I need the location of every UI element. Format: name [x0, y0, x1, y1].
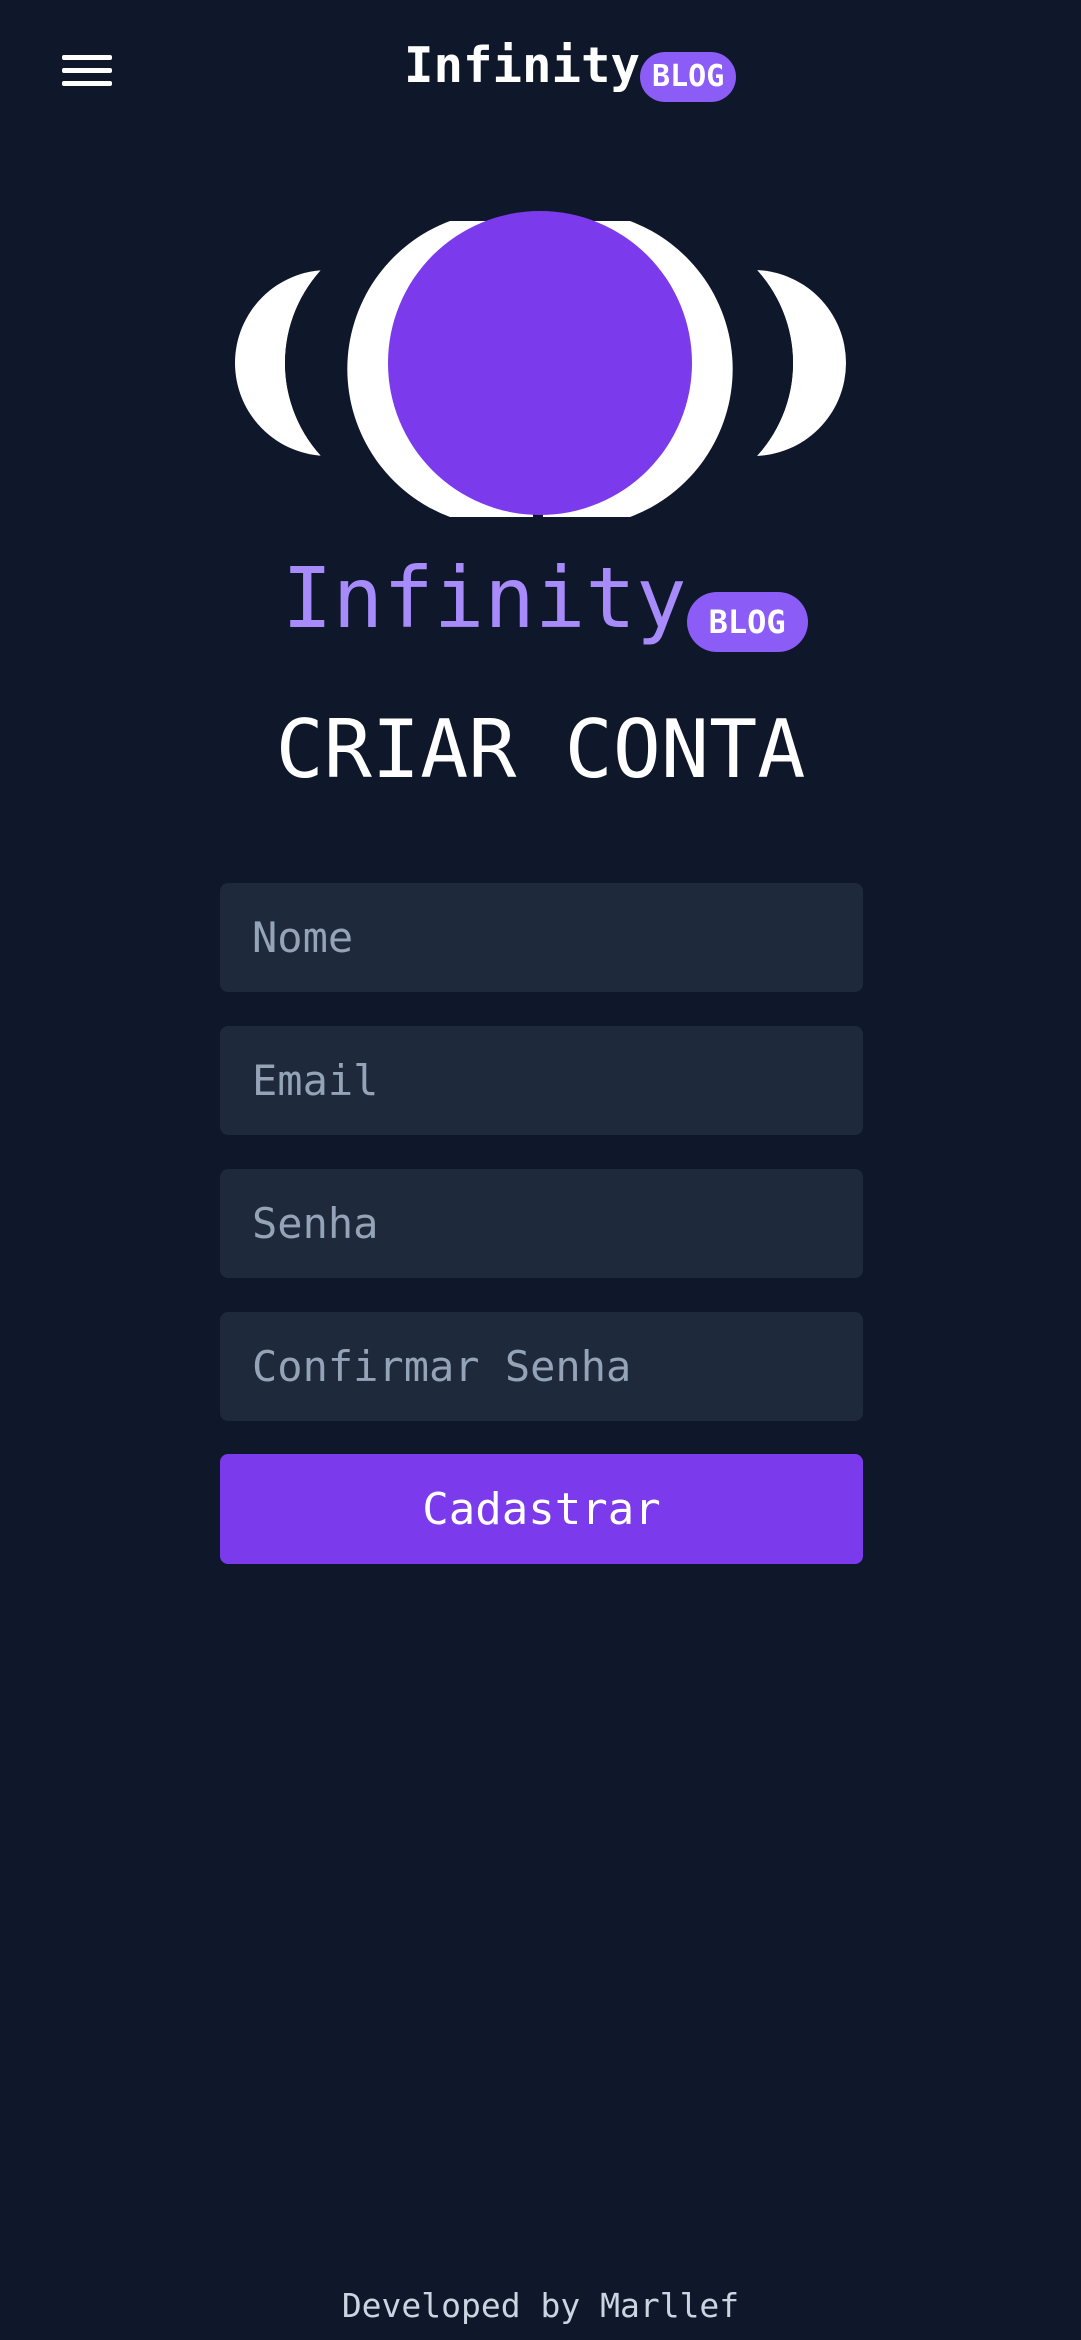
page-title: CRIAR CONTA: [275, 703, 806, 796]
app-header: Infinity BLOG: [0, 0, 1081, 140]
signup-form: Cadastrar: [220, 883, 863, 1564]
header-brand-text: Infinity: [404, 37, 641, 94]
name-input[interactable]: [220, 883, 863, 992]
header-brand[interactable]: Infinity BLOG: [404, 36, 737, 102]
confirm-password-input[interactable]: [220, 1312, 863, 1421]
logo-brand: Infinity BLOG: [282, 548, 808, 652]
register-button[interactable]: Cadastrar: [220, 1454, 863, 1564]
email-input[interactable]: [220, 1026, 863, 1135]
footer-credit: Developed by Marllef: [341, 2286, 740, 2325]
password-input[interactable]: [220, 1169, 863, 1278]
logo-blog-badge: BLOG: [686, 592, 808, 652]
header-blog-badge: BLOG: [640, 52, 737, 102]
infinity-moons-logo: [235, 211, 846, 517]
logo-brand-text: Infinity: [282, 549, 687, 647]
hamburger-menu-icon[interactable]: [62, 52, 112, 90]
